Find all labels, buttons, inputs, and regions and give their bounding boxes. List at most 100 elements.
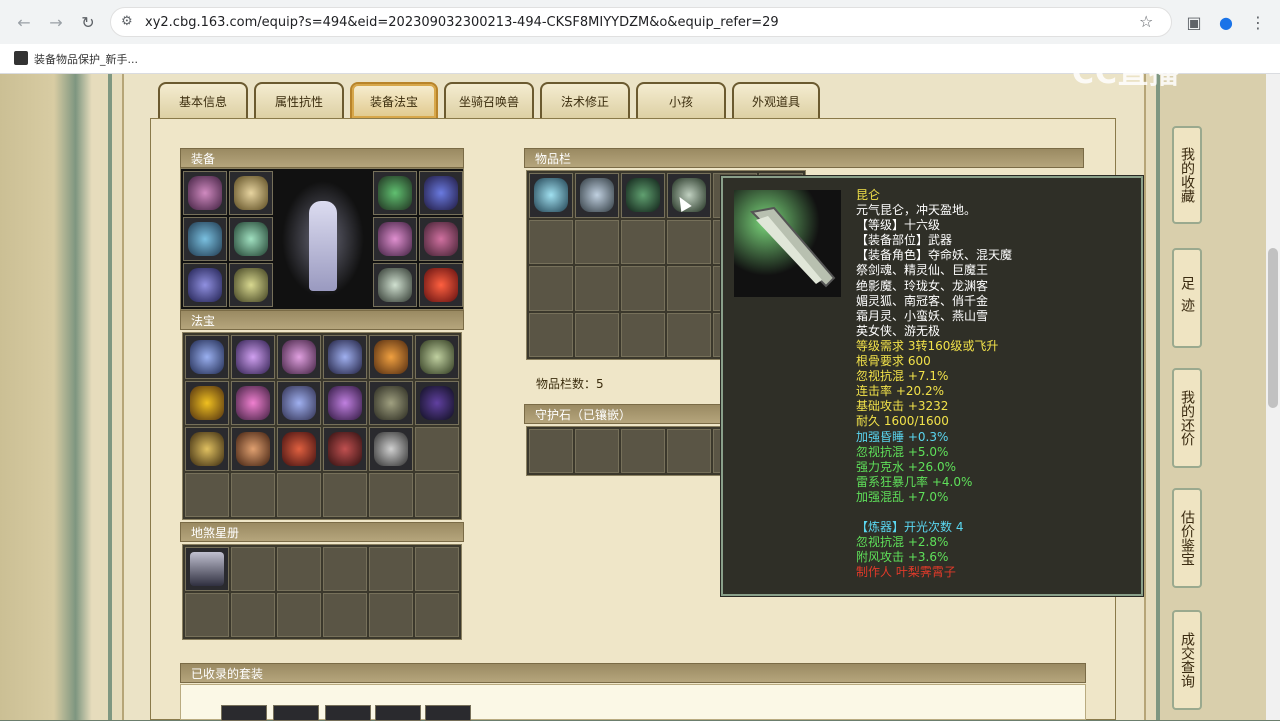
fabao-slot[interactable] <box>185 427 229 471</box>
fabao-slot[interactable] <box>231 335 275 379</box>
tab-appearance[interactable]: 外观道具 <box>732 82 820 118</box>
disha-grid <box>182 544 462 640</box>
tab-equipment-fabao[interactable]: 装备法宝 <box>350 82 438 118</box>
footprints-label: 足迹 <box>1179 276 1195 320</box>
fabao-slot[interactable] <box>369 335 413 379</box>
equip-slot-accessory-2[interactable] <box>373 217 417 261</box>
equip-slot-necklace[interactable] <box>229 171 273 215</box>
equip-slot-orb[interactable] <box>419 263 463 307</box>
disha-slot-empty <box>369 593 413 637</box>
menu-icon[interactable]: ⋮ <box>1244 8 1272 36</box>
tooltip-line: 霜月灵、小蛮妖、燕山雪 <box>856 308 989 323</box>
tab-mounts-pets[interactable]: 坐骑召唤兽 <box>444 82 534 118</box>
address-bar[interactable]: ⚙ xy2.cbg.163.com/equip?s=494&eid=202309… <box>110 7 1172 37</box>
inventory-slot[interactable] <box>575 173 619 218</box>
tab-basic-info[interactable]: 基本信息 <box>158 82 248 118</box>
sword-icon <box>734 190 841 297</box>
suit-item[interactable] <box>221 705 267 721</box>
tooltip-line <box>856 505 1012 520</box>
back-icon[interactable]: ← <box>10 8 38 36</box>
tooltip-line: 【等级】十六级 <box>856 218 941 233</box>
transaction-query-button[interactable]: 成交查询 <box>1172 610 1202 710</box>
tooltip-line: 祭剑魂、精灵仙、巨魔王 <box>856 263 989 278</box>
disha-slot-empty <box>415 547 459 591</box>
fabao-slot[interactable] <box>277 335 321 379</box>
equip-slot-bracelet[interactable] <box>373 263 417 307</box>
equip-slot-helmet[interactable] <box>183 171 227 215</box>
inventory-slot-empty <box>529 219 573 264</box>
equip-slot-weapon[interactable] <box>183 217 227 261</box>
tooltip-line: 忽视抗混 +5.0% <box>856 444 949 459</box>
fabao-grid <box>182 332 462 520</box>
inventory-slot[interactable] <box>529 173 573 218</box>
my-counteroffers-button[interactable]: 我的还价 <box>1172 368 1202 468</box>
equip-slot-boots[interactable] <box>229 263 273 307</box>
appraisal-label: 估价鉴宝 <box>1179 510 1195 566</box>
tooltip-line: 【炼器】开光次数 4 <box>856 519 964 534</box>
appraisal-button[interactable]: 估价鉴宝 <box>1172 488 1202 588</box>
tab-spell-correction[interactable]: 法术修正 <box>540 82 630 118</box>
site-info-icon[interactable]: ⚙ <box>121 14 133 29</box>
tab-child[interactable]: 小孩 <box>636 82 726 118</box>
suit-item[interactable] <box>273 705 319 721</box>
character-figure <box>309 201 337 291</box>
fabao-slot[interactable] <box>231 381 275 425</box>
inventory-slot-empty <box>529 312 573 357</box>
tooltip-line: 绝影魔、玲珑女、龙渊客 <box>856 278 989 293</box>
fabao-slot[interactable] <box>277 427 321 471</box>
fabao-slot[interactable] <box>369 381 413 425</box>
suit-item[interactable] <box>425 705 471 721</box>
tooltip-line: 耐久 1600/1600 <box>856 414 949 429</box>
sidebar-icon[interactable]: ▣ <box>1180 8 1208 36</box>
suits-panel <box>180 684 1086 721</box>
fabao-slot[interactable] <box>323 335 367 379</box>
disha-panel-title: 地煞星册 <box>180 522 464 542</box>
fabao-slot[interactable] <box>369 427 413 471</box>
equip-slot-accessory-1[interactable] <box>419 171 463 215</box>
fabao-slot[interactable] <box>323 381 367 425</box>
bookmark-favicon-icon <box>14 51 28 65</box>
address-row: ← → ↻ ⚙ xy2.cbg.163.com/equip?s=494&eid=… <box>0 0 1280 44</box>
equip-slot-armor[interactable] <box>229 217 273 261</box>
fabao-slot-empty <box>231 473 275 517</box>
tooltip-line: 强力克水 +26.0% <box>856 459 956 474</box>
equip-slot-accessory-3[interactable] <box>419 217 463 261</box>
inventory-slot-empty <box>575 266 619 311</box>
tab-attributes[interactable]: 属性抗性 <box>254 82 344 118</box>
reload-icon[interactable]: ↻ <box>74 8 102 36</box>
my-favorites-button[interactable]: 我的收藏 <box>1172 126 1202 224</box>
guardian-slot-empty <box>621 429 665 473</box>
equip-slot-mask[interactable] <box>373 171 417 215</box>
fabao-slot[interactable] <box>277 381 321 425</box>
tooltip-line: 【装备角色】夺命妖、混天魔 <box>856 248 1013 263</box>
fabao-slot[interactable] <box>185 381 229 425</box>
scrollbar-thumb[interactable] <box>1268 248 1278 408</box>
fabao-slot[interactable] <box>231 427 275 471</box>
disha-slot[interactable] <box>185 547 229 591</box>
profile-icon[interactable]: ● <box>1212 8 1240 36</box>
inventory-count: 物品栏数：5 <box>536 377 604 391</box>
fabao-slot[interactable] <box>415 381 459 425</box>
inventory-slot-kunlun[interactable] <box>667 173 711 218</box>
footprints-button[interactable]: 足迹 <box>1172 248 1202 348</box>
suit-item[interactable] <box>325 705 371 721</box>
suit-item[interactable] <box>375 705 421 721</box>
bookmark-star-icon[interactable]: ☆ <box>1139 12 1153 31</box>
inventory-slot[interactable] <box>621 173 665 218</box>
disha-slot-empty <box>185 593 229 637</box>
disha-slot-empty <box>323 593 367 637</box>
guardian-slot-empty <box>667 429 711 473</box>
equip-slot-belt[interactable] <box>183 263 227 307</box>
inventory-slot-empty <box>621 312 665 357</box>
fabao-slot[interactable] <box>185 335 229 379</box>
forward-icon[interactable]: → <box>42 8 70 36</box>
bookmark-item[interactable]: 装备物品保护_新手... <box>34 51 138 67</box>
tooltip-line: 等级需求 3转160级或飞升 <box>856 338 999 353</box>
tooltip-line: 【装备部位】武器 <box>856 233 953 248</box>
disha-slot-empty <box>369 547 413 591</box>
tooltip-item-name: 昆仑 <box>856 188 881 202</box>
fabao-slot[interactable] <box>323 427 367 471</box>
fabao-slot-empty <box>369 473 413 517</box>
tooltip-line: 制作人 叶梨霁霄子 <box>856 565 956 580</box>
fabao-slot[interactable] <box>415 335 459 379</box>
